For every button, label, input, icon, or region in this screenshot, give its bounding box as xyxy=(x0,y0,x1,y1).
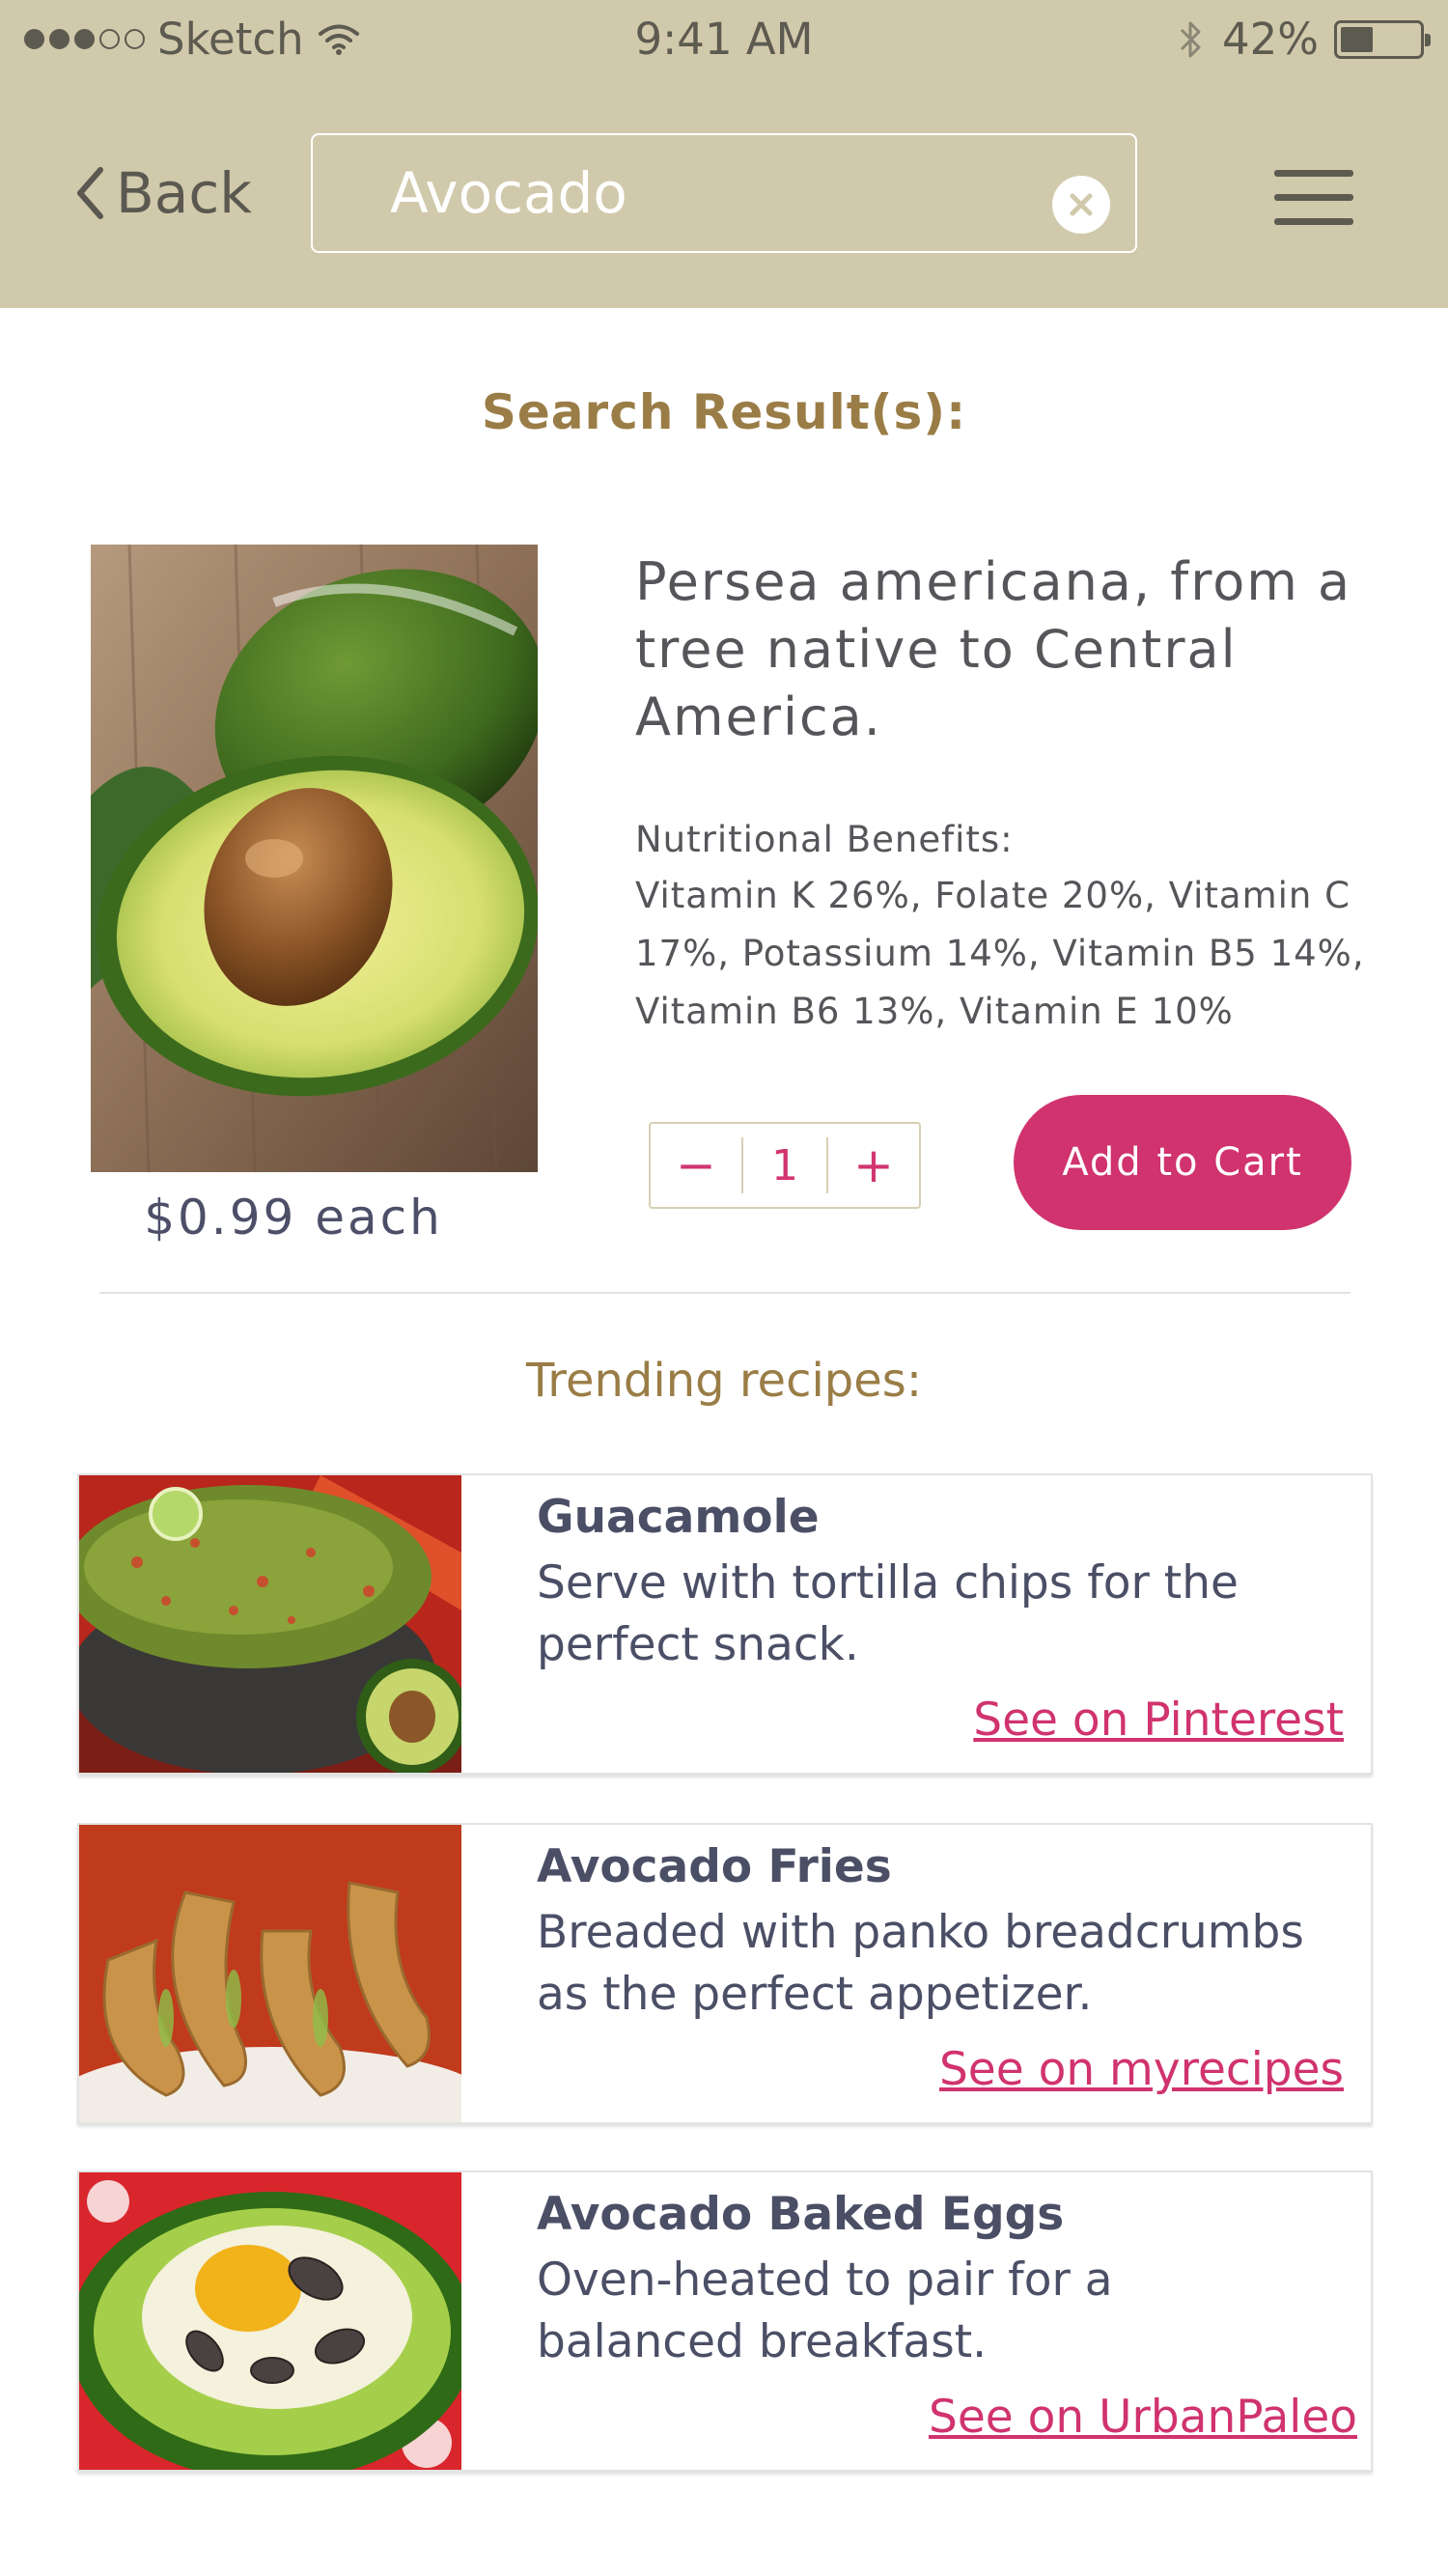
status-bar: Sketch 9:41 AM 42% xyxy=(0,0,1448,81)
recipe-link-urbanpaleo[interactable]: See on UrbanPaleo xyxy=(929,2391,1357,2444)
section-divider xyxy=(99,1292,1351,1294)
avocado-fries-image xyxy=(79,1825,461,2122)
hamburger-menu-button[interactable] xyxy=(1274,170,1353,226)
back-label: Back xyxy=(116,160,252,226)
quantity-value[interactable]: 1 xyxy=(743,1124,826,1207)
menu-line xyxy=(1274,218,1353,225)
avocado-baked-eggs-image xyxy=(79,2172,461,2470)
guacamole-image xyxy=(79,1475,461,1773)
bluetooth-icon xyxy=(1180,21,1201,57)
menu-line xyxy=(1274,194,1353,201)
recipe-link-myrecipes[interactable]: See on myrecipes xyxy=(939,2043,1344,2096)
battery-percentage: 42% xyxy=(1221,14,1319,65)
trending-recipes-heading: Trending recipes: xyxy=(526,1354,922,1408)
top-bar: Sketch 9:41 AM 42% Back xyxy=(0,0,1448,308)
clear-icon xyxy=(1070,193,1093,216)
recipe-card[interactable]: Guacamole Serve with tortilla chips for … xyxy=(77,1473,1373,1775)
product-image xyxy=(91,545,538,1172)
battery-icon xyxy=(1334,19,1431,59)
recipe-image-avocado-fries xyxy=(79,1825,461,2122)
add-to-cart-button[interactable]: Add to Cart xyxy=(1014,1095,1351,1230)
recipe-title: Avocado Baked Eggs xyxy=(537,2188,1065,2241)
search-input[interactable] xyxy=(313,135,1027,251)
status-right: 42% xyxy=(1176,14,1431,65)
recipe-card[interactable]: Avocado Fries Breaded with panko breadcr… xyxy=(77,1823,1373,2124)
search-box xyxy=(311,133,1137,253)
avocado-image xyxy=(91,545,538,1172)
recipe-image-guacamole xyxy=(79,1475,461,1773)
product-price: $0.99 each xyxy=(144,1190,443,1246)
recipe-link-pinterest[interactable]: See on Pinterest xyxy=(973,1694,1344,1747)
chevron-left-icon xyxy=(77,167,103,219)
recipe-description: Breaded with panko breadcrumbs as the pe… xyxy=(537,1906,1304,2021)
recipe-image-avocado-baked-eggs xyxy=(79,2172,461,2470)
back-button[interactable]: Back xyxy=(75,160,252,226)
search-results-heading: Search Result(s): xyxy=(481,384,967,440)
quantity-stepper: − 1 + xyxy=(649,1122,921,1209)
menu-line xyxy=(1274,170,1353,177)
battery-level xyxy=(1341,26,1373,52)
recipe-title: Avocado Fries xyxy=(537,1840,892,1893)
recipe-description: Oven-heated to pair for a balanced break… xyxy=(537,2254,1113,2368)
increase-quantity-button[interactable]: + xyxy=(828,1124,919,1207)
recipe-card[interactable]: Avocado Baked Eggs Oven-heated to pair f… xyxy=(77,2170,1373,2472)
battery-nub xyxy=(1425,33,1431,46)
decrease-quantity-button[interactable]: − xyxy=(651,1124,741,1207)
recipe-description: Serve with tortilla chips for the perfec… xyxy=(537,1556,1239,1671)
nutrition-text: Vitamin K 26%, Folate 20%, Vitamin C 17%… xyxy=(635,875,1365,1032)
recipe-title: Guacamole xyxy=(537,1491,820,1544)
product-description: Persea americana, from a tree native to … xyxy=(635,551,1352,747)
nutrition-title: Nutritional Benefits: xyxy=(635,819,1014,860)
clear-search-button[interactable] xyxy=(1052,176,1110,234)
